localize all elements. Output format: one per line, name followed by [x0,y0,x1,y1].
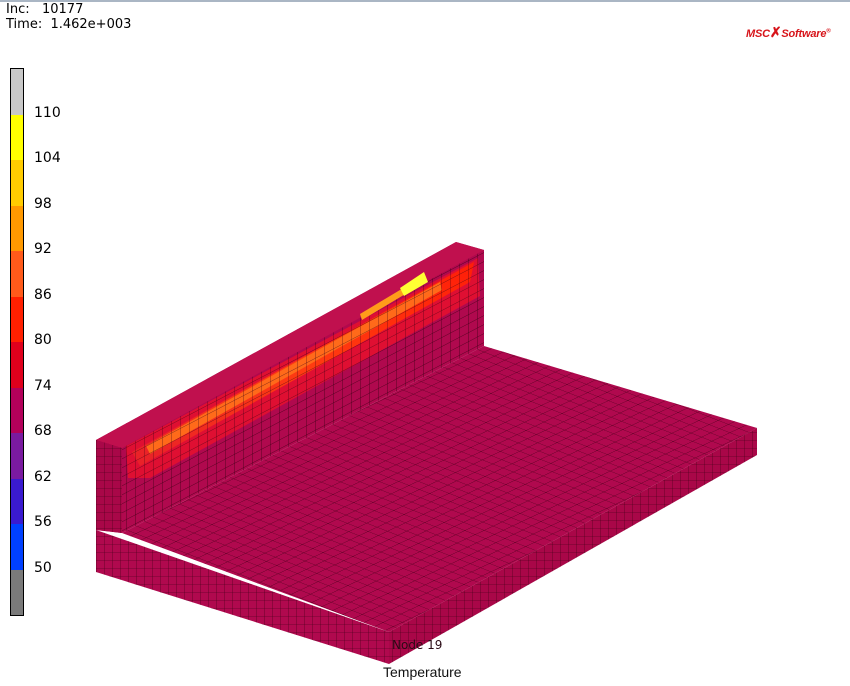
web-left-end-mesh [96,440,122,533]
model-viewport[interactable] [0,0,850,686]
result-caption: Temperature [383,664,462,680]
node-label: Node 19 [392,638,443,652]
